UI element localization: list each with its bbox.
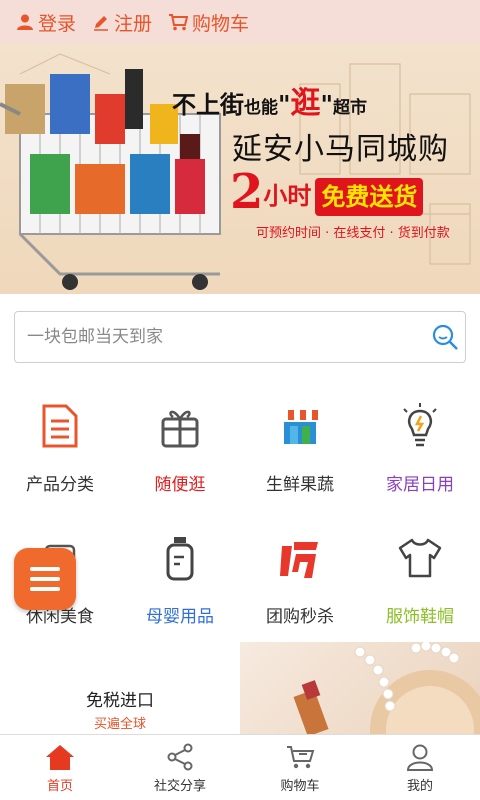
cart-link[interactable]: 购物车 bbox=[168, 9, 249, 36]
lightbulb-icon bbox=[403, 403, 437, 447]
promo-banner[interactable]: 不上街也能"逛"超市 延安小马同城购 2 小时 免费送货 可预约时间 · 在线支… bbox=[0, 44, 480, 294]
gift-icon bbox=[161, 410, 199, 448]
category-home[interactable]: 家居日用 bbox=[360, 400, 480, 510]
nav-share[interactable]: 社交分享 bbox=[120, 735, 240, 800]
register-link[interactable]: 注册 bbox=[92, 9, 152, 36]
banner-headline: 不上街也能"逛"超市 bbox=[172, 86, 368, 121]
nav-label: 社交分享 bbox=[153, 779, 206, 794]
share-icon bbox=[167, 743, 193, 771]
user-icon bbox=[406, 744, 434, 771]
floating-menu-button[interactable] bbox=[14, 548, 76, 610]
top-bar: 登录 注册 购物车 bbox=[0, 0, 480, 44]
category-label: 服饰鞋帽 bbox=[386, 607, 454, 627]
cart-icon bbox=[287, 746, 315, 769]
baby-bottle-icon bbox=[166, 537, 194, 581]
category-label: 随便逛 bbox=[154, 475, 206, 495]
category-label: 团购秒杀 bbox=[266, 607, 334, 627]
promo-subtitle: 买遍全球 bbox=[93, 717, 146, 732]
banner-store-name: 延安小马同城购 bbox=[232, 132, 449, 167]
promo-cosmetics-image[interactable] bbox=[240, 642, 480, 734]
login-label: 登录 bbox=[38, 12, 77, 35]
cosmetics-illustration bbox=[293, 642, 480, 734]
banner-delivery-promo: 2 小时 免费送货 bbox=[230, 168, 424, 216]
pencil-icon bbox=[94, 16, 109, 31]
menu-icon-bar bbox=[30, 567, 60, 571]
document-icon bbox=[42, 404, 78, 448]
category-group-buy[interactable]: 团购秒杀 bbox=[240, 532, 360, 642]
grab-icon bbox=[280, 542, 318, 578]
market-stall-icon bbox=[282, 410, 318, 444]
nav-cart[interactable]: 购物车 bbox=[240, 735, 360, 800]
register-label: 注册 bbox=[114, 12, 153, 35]
login-link[interactable]: 登录 bbox=[16, 9, 76, 36]
menu-icon-bar bbox=[30, 577, 60, 581]
cart-icon bbox=[169, 14, 189, 31]
nav-home[interactable]: 首页 bbox=[0, 735, 120, 800]
category-products[interactable]: 产品分类 bbox=[0, 400, 120, 510]
category-apparel[interactable]: 服饰鞋帽 bbox=[360, 532, 480, 642]
category-baby[interactable]: 母婴用品 bbox=[120, 532, 240, 642]
banner-services: 可预约时间 · 在线支付 · 货到付款 bbox=[256, 226, 450, 241]
nav-label: 首页 bbox=[46, 779, 73, 794]
category-label: 家居日用 bbox=[386, 475, 454, 495]
search-button[interactable] bbox=[425, 323, 465, 351]
user-icon bbox=[17, 14, 33, 30]
promo-duty-free[interactable]: 免税进口 买遍全球 bbox=[0, 642, 240, 734]
nav-label: 我的 bbox=[406, 779, 433, 794]
category-label: 产品分类 bbox=[26, 475, 94, 495]
category-fresh[interactable]: 生鲜果蔬 bbox=[240, 400, 360, 510]
menu-icon-bar bbox=[30, 587, 60, 591]
nav-profile[interactable]: 我的 bbox=[360, 735, 480, 800]
cart-label: 购物车 bbox=[192, 12, 250, 35]
search-bar bbox=[14, 311, 466, 363]
nav-label: 购物车 bbox=[280, 779, 320, 794]
promo-title: 免税进口 bbox=[86, 691, 154, 711]
home-icon bbox=[46, 745, 74, 770]
category-browse[interactable]: 随便逛 bbox=[120, 400, 240, 510]
bottom-navigation: 首页 社交分享 购物车 我的 bbox=[0, 734, 480, 800]
search-input[interactable] bbox=[27, 327, 425, 347]
category-label: 生鲜果蔬 bbox=[266, 475, 334, 495]
search-icon bbox=[432, 324, 458, 350]
category-label: 母婴用品 bbox=[146, 607, 214, 627]
tshirt-icon bbox=[398, 538, 442, 578]
